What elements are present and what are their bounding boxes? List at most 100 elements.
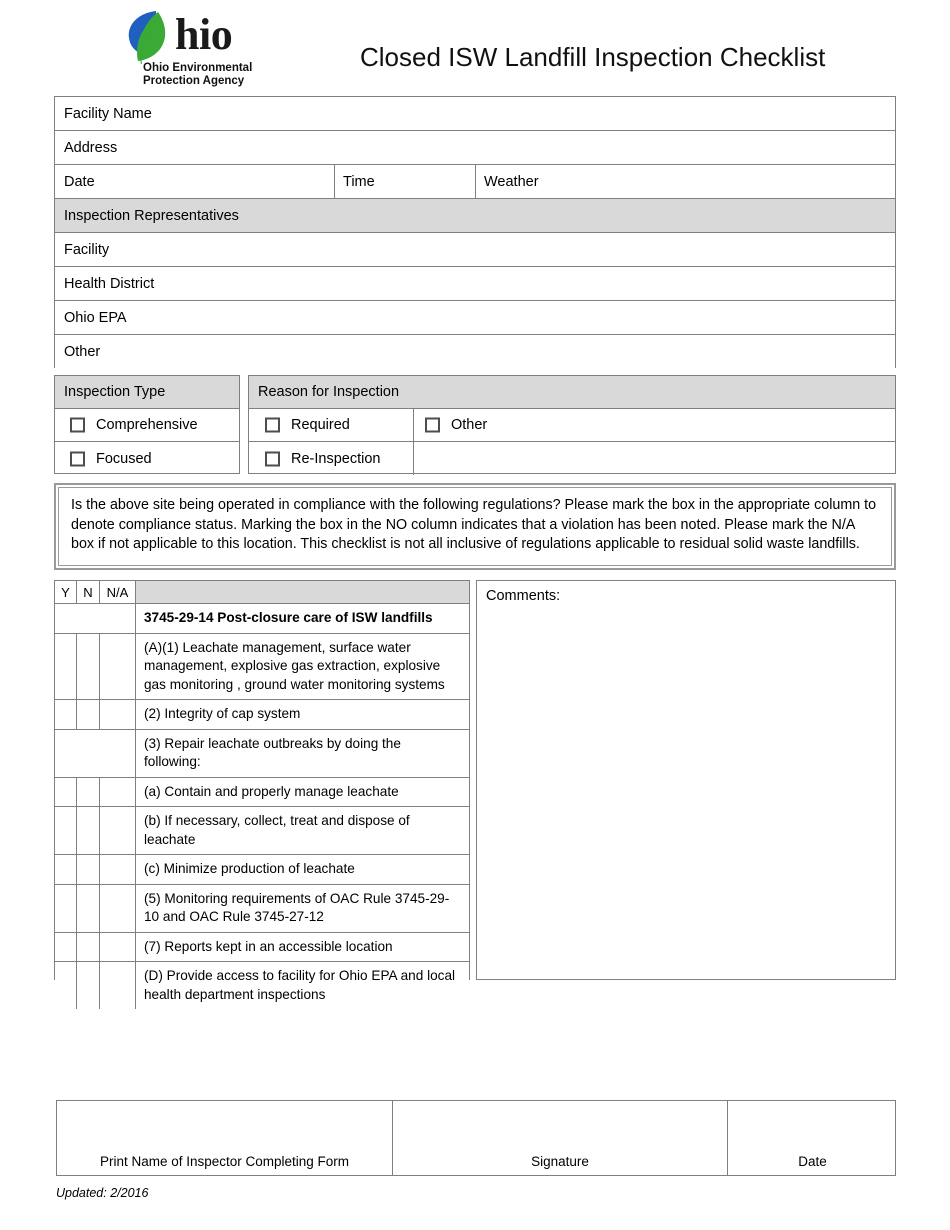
checklist-section-row: 3745-29-14 Post-closure care of ISW land… [55,604,469,634]
representative-facility-label: Facility [64,241,110,258]
checklist-cell-yes [55,730,77,777]
weather-label: Weather [484,173,539,190]
checklist-cell-na[interactable] [100,962,136,1009]
checklist-item-text: (5) Monitoring requirements of OAC Rule … [144,890,450,925]
checklist-cell-no[interactable] [77,604,100,633]
comments-label: Comments: [486,588,561,604]
inspection-type-option-focused[interactable]: Focused [55,442,239,475]
instructions-box: Is the above site being operated in comp… [54,483,896,570]
signature-caption: Signature [531,1154,589,1169]
inspection-representatives-label: Inspection Representatives [64,207,239,224]
checkbox-focused[interactable] [70,451,85,466]
page-title: Closed ISW Landfill Inspection Checklist [360,42,826,72]
comments-box[interactable]: Comments: [476,580,896,980]
checklist-row: (c) Minimize production of leachate [55,855,469,885]
checklist-cell-yes[interactable] [55,962,77,1009]
reason-for-inspection-header-label: Reason for Inspection [258,384,400,400]
checklist-cell-yes[interactable] [55,855,77,884]
checklist-item-text: (b) If necessary, collect, treat and dis… [144,813,410,847]
checklist-cell-na[interactable] [100,884,136,932]
checklist-cell-na[interactable] [100,700,136,729]
checklist-cell-na[interactable] [100,855,136,884]
time-label: Time [343,173,375,190]
ohio-epa-logo: hio Ohio Environmental Protection Agency [125,8,265,90]
reason-row-required-other[interactable]: Required Other [249,409,895,442]
checklist-row: (D) Provide access to facility for Ohio … [55,962,469,1009]
checklist-header-no: N [77,581,100,603]
checklist-cell-no[interactable] [77,700,100,729]
checklist-cell-na[interactable] [100,807,136,854]
checkbox-required[interactable] [265,417,280,433]
checklist-cell-yes[interactable] [55,604,77,633]
column-divider [413,409,414,441]
logo-agency-line-2: Protection Agency [143,75,245,87]
date-cell[interactable]: Date [728,1101,897,1175]
facility-name-label: Facility Name [64,105,152,122]
checklist-cell-no[interactable] [77,777,100,806]
checklist-header-description [136,581,469,603]
checklist-cell-no[interactable] [77,884,100,932]
instructions-inner: Is the above site being operated in comp… [58,487,892,566]
checklist-row: (b) If necessary, collect, treat and dis… [55,807,469,855]
checklist-header-yes: Y [55,581,77,603]
checklist-cell-no[interactable] [77,962,100,1009]
column-divider [475,165,476,198]
checklist-cell-no[interactable] [77,807,100,854]
logo-agency-line-1: Ohio Environmental [143,62,253,74]
checkbox-comprehensive[interactable] [70,417,85,433]
checklist-cell-no[interactable] [77,855,100,884]
checklist-item-text: (7) Reports kept in an accessible locati… [144,938,393,954]
logo-wordmark: hio [175,10,233,59]
checklist-cell-yes[interactable] [55,633,77,699]
print-name-caption: Print Name of Inspector Completing Form [99,1154,350,1169]
reason-other-label: Other [451,417,488,433]
checkbox-re-inspection[interactable] [265,451,280,466]
facility-info-table: Facility Name Address Date Time Weather … [54,96,896,369]
checklist-header-row: Y N N/A [55,581,469,604]
checklist-cell-yes[interactable] [55,932,77,961]
reason-required-label: Required [291,417,350,433]
facility-name-row[interactable]: Facility Name [55,97,895,131]
checklist-row: (A)(1) Leachate management, surface wate… [55,633,469,700]
checklist-cell-no[interactable] [77,633,100,699]
representative-other-row[interactable]: Other [55,335,895,369]
checkbox-other[interactable] [425,417,440,433]
date-time-weather-row[interactable]: Date Time Weather [55,165,895,199]
checklist-cell-na[interactable] [100,633,136,699]
checklist-cell-yes[interactable] [55,777,77,806]
checklist-item-text: (3) Repair leachate outbreaks by doing t… [144,735,401,770]
checklist-cell-na[interactable] [100,777,136,806]
address-label: Address [64,139,118,156]
date-caption: Date [798,1154,827,1169]
representative-ohio-epa-row[interactable]: Ohio EPA [55,301,895,335]
inspection-representatives-header: Inspection Representatives [55,199,895,233]
inspection-type-option-comprehensive[interactable]: Comprehensive [55,409,239,442]
checklist-item-text: (D) Provide access to facility for Ohio … [144,968,456,1002]
checklist-cell-no[interactable] [77,932,100,961]
representative-facility-row[interactable]: Facility [55,233,895,267]
representative-health-district-row[interactable]: Health District [55,267,895,301]
signature-cell[interactable]: Signature [393,1101,728,1175]
checklist-cell-na [100,729,136,777]
checklist-cell-yes[interactable] [55,884,77,932]
inspection-type-header: Inspection Type [55,376,239,409]
inspection-type-header-label: Inspection Type [64,384,166,400]
print-name-cell[interactable]: Print Name of Inspector Completing Form [57,1101,393,1175]
checklist-item-text: (a) Contain and properly manage leachate [144,783,399,799]
checklist-cell-no [77,730,100,777]
checklist-cell-yes[interactable] [55,807,77,854]
reason-row-reinspection[interactable]: Re-Inspection [249,442,895,475]
checklist-item-text: (c) Minimize production of leachate [144,861,355,876]
inspection-type-comprehensive-label: Comprehensive [96,417,198,433]
representative-health-district-label: Health District [64,275,155,292]
checklist-cell-yes[interactable] [55,700,77,729]
address-row[interactable]: Address [55,131,895,165]
checklist-cell-na[interactable] [100,932,136,961]
checklist-row: (7) Reports kept in an accessible locati… [55,932,469,962]
representative-other-label: Other [64,344,101,360]
updated-note: Updated: 2/2016 [56,1186,149,1200]
inspection-type-table: Inspection Type Comprehensive Focused [54,375,240,474]
checklist-cell-na[interactable] [100,604,136,633]
instructions-text: Is the above site being operated in comp… [71,497,877,552]
checklist-section-title: 3745-29-14 Post-closure care of ISW land… [144,610,433,625]
